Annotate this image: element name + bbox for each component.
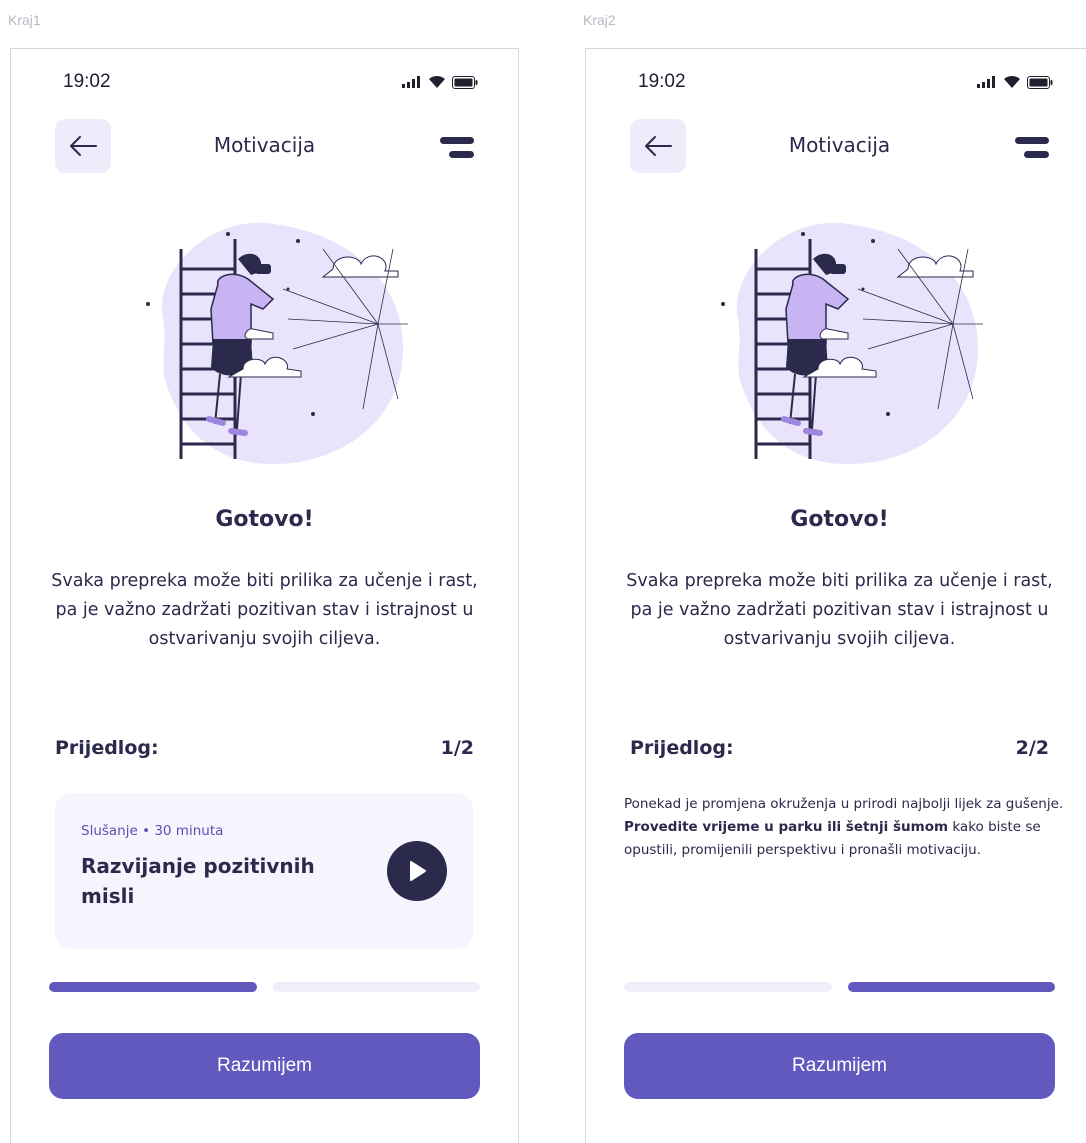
progress-segment-2 [272, 982, 480, 992]
frame-label: Kraj2 [583, 12, 616, 28]
status-time: 19:02 [63, 71, 111, 92]
understand-button[interactable]: Razumijem [49, 1033, 480, 1099]
motivation-text: Svaka prepreka može biti prilika za učen… [51, 571, 478, 649]
suggestion-text-part1: Ponekad je promjena okruženja u prirodi … [624, 796, 1064, 812]
phone-frame-2: 19:02 Motivacija Gotovo! Svaka prepreka … [585, 48, 1086, 1143]
status-bar: 19:02 [11, 71, 518, 95]
illustration-ladder-binoculars [721, 222, 983, 464]
status-time: 19:02 [638, 71, 686, 92]
signal-icon [977, 76, 995, 88]
suggestion-label: Prijedlog: [55, 737, 159, 759]
frame-label: Kraj1 [8, 12, 41, 28]
status-icons [402, 75, 478, 89]
battery-icon [1027, 75, 1053, 89]
menu-icon[interactable] [440, 137, 474, 159]
audio-suggestion-card[interactable]: Slušanje • 30 minuta Razvijanje pozitivn… [55, 793, 473, 949]
suggestion-counter: 1/2 [440, 737, 474, 759]
progress-segment-1 [624, 982, 832, 992]
done-title: Gotovo! [790, 507, 889, 532]
suggestion-text-bold: Provedite vrijeme u parku ili šetnji šum… [624, 819, 949, 835]
wifi-icon [1004, 75, 1020, 88]
progress-segment-2 [847, 982, 1055, 992]
phone-frame-1: 19:02 Motivacija Gotovo! Svaka prepreka … [10, 48, 519, 1143]
menu-icon[interactable] [1015, 137, 1049, 159]
nav-title: Motivacija [788, 133, 891, 157]
top-nav: Motivacija [11, 119, 518, 173]
illustration-ladder-binoculars [146, 222, 408, 464]
play-icon [410, 861, 426, 881]
progress-segment-1 [49, 982, 257, 992]
suggestion-text: Ponekad je promjena okruženja u prirodi … [624, 793, 1073, 862]
card-meta: Slušanje • 30 minuta [81, 823, 224, 839]
progress-indicator [624, 982, 1055, 992]
status-icons [977, 75, 1053, 89]
done-title: Gotovo! [215, 507, 314, 532]
motivation-text: Svaka prepreka može biti prilika za učen… [626, 571, 1053, 649]
wifi-icon [429, 75, 445, 88]
battery-icon [452, 75, 478, 89]
play-button[interactable] [387, 841, 447, 901]
suggestion-header: Prijedlog: 2/2 [630, 737, 1049, 765]
understand-button[interactable]: Razumijem [624, 1033, 1055, 1099]
status-bar: 19:02 [586, 71, 1086, 95]
suggestion-header: Prijedlog: 1/2 [55, 737, 474, 765]
progress-indicator [49, 982, 480, 992]
top-nav: Motivacija [586, 119, 1086, 173]
signal-icon [402, 76, 420, 88]
card-title: Razvijanje pozitivnih misli [81, 854, 315, 908]
suggestion-label: Prijedlog: [630, 737, 734, 759]
suggestion-counter: 2/2 [1015, 737, 1049, 759]
